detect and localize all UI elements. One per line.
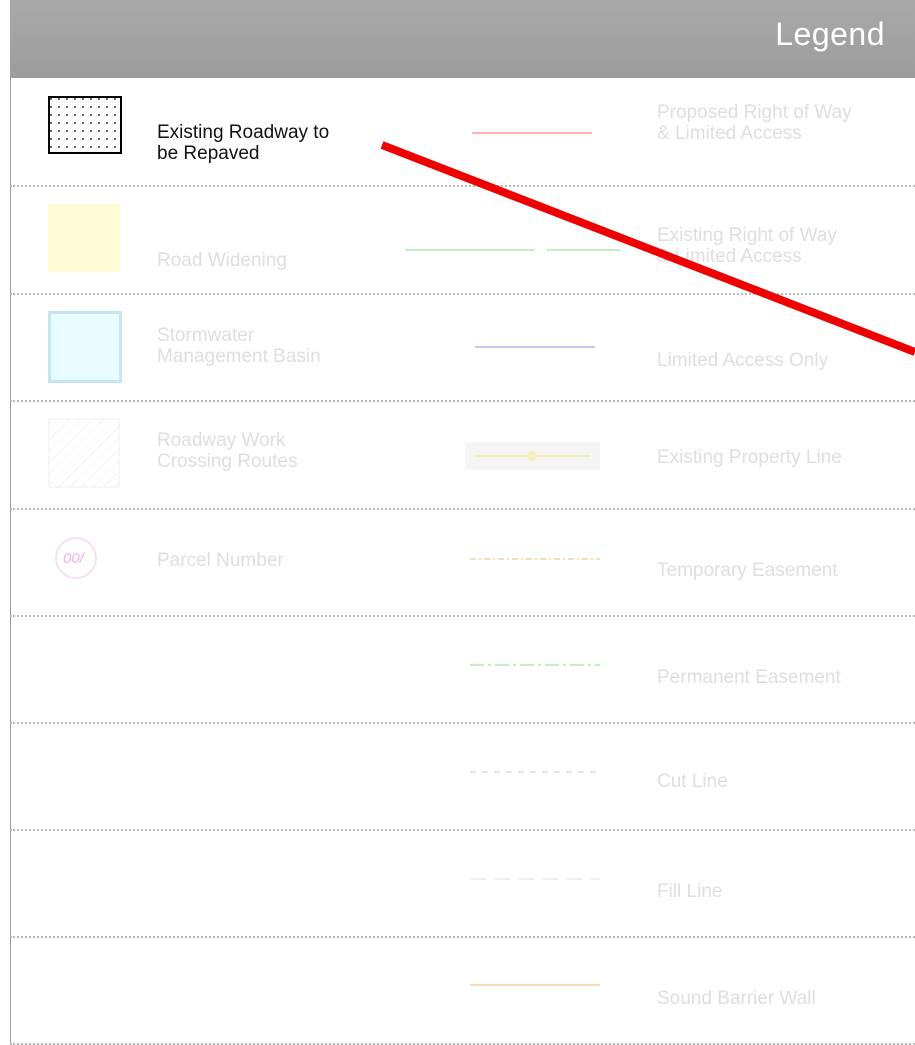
legend-label-proposed-row: Proposed Right of Way & Limited Access [657, 102, 852, 144]
legend-label-parcel-number: Parcel Number [157, 550, 284, 571]
legend-label-fill-line: Fill Line [657, 881, 723, 902]
gray-dashed-line-icon [470, 771, 600, 773]
blue-square-icon [48, 311, 122, 383]
legend-label-limited-access-only: Limited Access Only [657, 350, 829, 371]
legend-label-property-line: Existing Property Line [657, 447, 842, 468]
legend-row: Permanent Easement [10, 617, 915, 724]
legend-label-road-widening: Road Widening [157, 250, 287, 271]
legend-row: Fill Line [10, 831, 915, 938]
legend-label-cut-line: Cut Line [657, 771, 728, 792]
legend-row: Road Widening Existing Right of Way & Li… [10, 187, 915, 295]
legend-row: Sound Barrier Wall [10, 938, 915, 1045]
dotted-square-icon [48, 96, 122, 154]
purple-line-icon [475, 346, 595, 348]
legend-title: Legend [775, 16, 885, 52]
light-dashed-line-icon [470, 878, 600, 880]
hatched-square-icon [48, 418, 120, 488]
parcel-number-badge: 00/ [63, 550, 84, 567]
property-line-icon [465, 442, 600, 470]
green-line-icon [405, 249, 620, 251]
legend-label-stormwater: Stormwater Management Basin [157, 325, 321, 367]
legend-label-temporary-easement: Temporary Easement [657, 560, 838, 581]
red-line-icon [472, 132, 592, 134]
legend-label-existing-row: Existing Right of Way & Limited Access [657, 225, 837, 267]
orange-line-icon [470, 984, 600, 986]
legend-label-roadway-work: Roadway Work Crossing Routes [157, 430, 298, 472]
orange-dashed-line-icon [470, 558, 600, 560]
legend-label-existing-roadway: Existing Roadway to be Repaved [157, 122, 330, 164]
legend-row: Stormwater Management Basin Limited Acce… [10, 295, 915, 402]
green-dashdot-line-icon [470, 664, 600, 666]
yellow-square-icon [48, 204, 120, 272]
legend-header: Legend [10, 0, 915, 78]
legend-row: 00/ Parcel Number Temporary Easement [10, 510, 915, 617]
legend-row: Cut Line [10, 724, 915, 831]
legend-row: Roadway Work Crossing Routes Existing Pr… [10, 402, 915, 510]
legend-label-permanent-easement: Permanent Easement [657, 667, 841, 688]
legend-label-sound-barrier: Sound Barrier Wall [657, 988, 816, 1009]
legend-row: Existing Roadway to be Repaved Proposed … [10, 80, 915, 187]
